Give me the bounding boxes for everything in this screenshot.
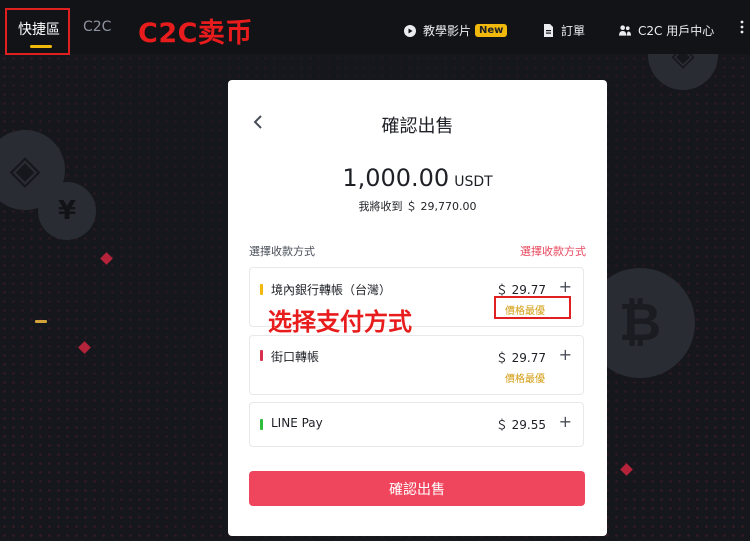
- method-price: ＄ 29.77: [495, 351, 546, 365]
- amount-value: 1,000.00: [342, 164, 450, 192]
- method-name: 境內銀行轉帳（台灣）: [271, 283, 392, 297]
- dash-decoration: [35, 320, 47, 323]
- payment-method-card[interactable]: LINE Pay ＄ 29.55 +: [249, 402, 584, 447]
- document-icon: [542, 24, 554, 37]
- method-price: ＄ 29.55: [495, 418, 546, 432]
- tutorial-label: 教學影片: [423, 24, 472, 38]
- select-payment-method-link[interactable]: 選擇收款方式: [520, 243, 586, 259]
- payment-method-label: 選擇收款方式: [249, 245, 315, 258]
- new-badge: New: [475, 24, 508, 37]
- payment-method-card[interactable]: 街口轉帳 ＄ 29.77 + 價格最優: [249, 335, 584, 395]
- add-method-icon[interactable]: +: [559, 414, 572, 430]
- amount-unit: USDT: [454, 174, 493, 190]
- sell-amount: 1,000.00 USDT: [228, 164, 607, 192]
- annotation-title: C2C卖币: [138, 18, 253, 49]
- best-price-highlight-box: [494, 296, 571, 319]
- user-center-label: C2C 用戶中心: [638, 24, 715, 38]
- more-menu-button[interactable]: [740, 20, 744, 37]
- modal-title: 確認出售: [381, 116, 454, 137]
- play-icon: [404, 24, 416, 37]
- users-icon: [619, 25, 631, 37]
- tab-c2c[interactable]: C2C: [83, 19, 111, 35]
- orders-label: 訂單: [561, 24, 586, 38]
- orders-link[interactable]: 訂單: [542, 22, 585, 39]
- method-name: LINE Pay: [271, 416, 323, 430]
- method-color-bar: [260, 419, 263, 430]
- yen-coin-icon: ¥: [38, 182, 96, 240]
- confirm-sell-button[interactable]: 確認出售: [249, 471, 585, 506]
- add-method-icon[interactable]: +: [559, 347, 572, 363]
- add-method-icon[interactable]: +: [559, 279, 572, 295]
- fast-zone-highlight-box: [5, 8, 70, 55]
- user-center-link[interactable]: C2C 用戶中心: [619, 22, 714, 39]
- more-icon: [740, 20, 744, 37]
- method-name: 街口轉帳: [271, 350, 320, 364]
- method-color-bar: [260, 350, 263, 361]
- best-price-tag: 價格最優: [505, 374, 545, 385]
- confirm-sell-modal: 確認出售 1,000.00 USDT 我將收到 ＄ 29,770.00 選擇收款方…: [228, 80, 607, 536]
- tutorial-video-link[interactable]: 教學影片 New: [404, 22, 508, 39]
- top-navigation-bar: 快捷區 C2C 教學影片 New 訂單 C2C 用戶中心: [0, 0, 750, 54]
- receive-amount: 我將收到 ＄ 29,770.00: [358, 200, 477, 213]
- method-color-bar: [260, 284, 263, 295]
- annotation-select-payment: 选择支付方式: [268, 308, 412, 336]
